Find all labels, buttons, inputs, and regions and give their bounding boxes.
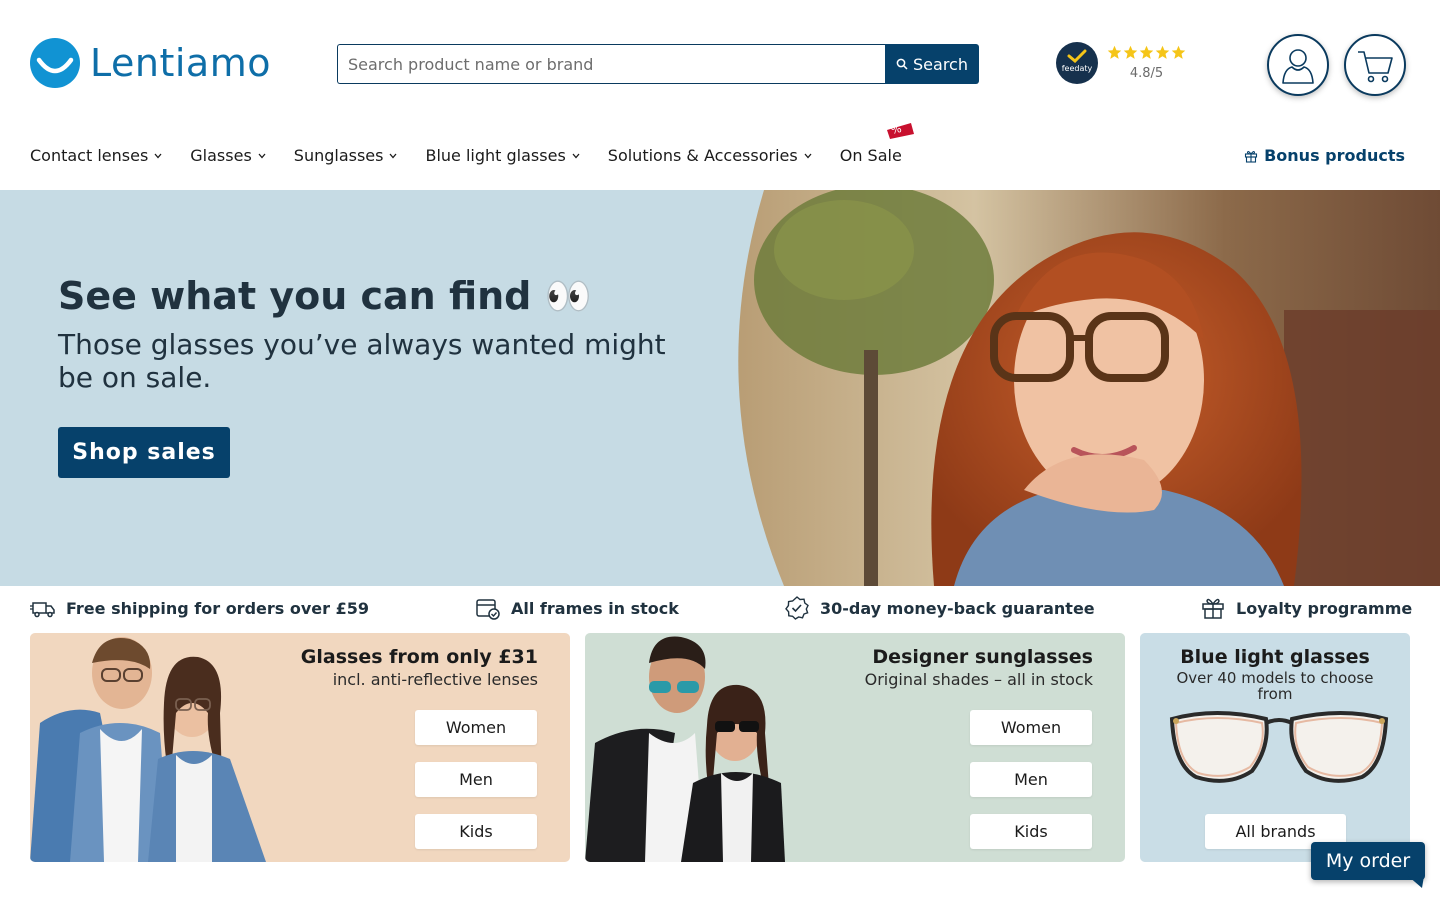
nav-item-blue-light-glasses[interactable]: Blue light glasses <box>425 146 580 165</box>
account-button[interactable] <box>1267 34 1329 96</box>
glasses-kids-button[interactable]: Kids <box>415 814 537 849</box>
nav-item-label: Glasses <box>190 146 252 165</box>
nav-item-label: Contact lenses <box>30 146 149 165</box>
speech-tail-icon <box>1408 876 1424 888</box>
rating-score: 4.8/5 <box>1129 66 1164 81</box>
main-nav: Contact lenses Glasses Sunglasses Blue l… <box>30 122 930 165</box>
usp-money-back: 30-day money-back guarantee <box>784 596 1095 620</box>
couple-sunglasses-photo <box>585 636 785 862</box>
search-form: Search <box>337 44 979 84</box>
search-button-label: Search <box>913 54 968 74</box>
usp-loyalty: Loyalty programme <box>1200 596 1412 620</box>
promo-card-glasses[interactable]: Glasses from only £31 incl. anti-reflect… <box>30 633 570 862</box>
gift-icon <box>1202 598 1224 619</box>
gift-icon <box>1245 150 1258 163</box>
logo-mark-icon <box>30 38 80 88</box>
usp-label: All frames in stock <box>511 598 679 618</box>
sunglasses-women-button[interactable]: Women <box>970 710 1092 745</box>
delivery-truck-icon <box>30 602 55 618</box>
feedaty-badge: feedaty <box>1056 42 1098 84</box>
hero-title: See what you can find 👀 <box>58 274 592 318</box>
star-icon <box>1123 45 1138 59</box>
feedaty-label: feedaty <box>1061 64 1093 73</box>
cart-icon <box>1358 51 1393 83</box>
nav-item-label: Solutions & Accessories <box>607 146 798 165</box>
shop-sales-button[interactable]: Shop sales <box>58 427 230 478</box>
glasses-men-button[interactable]: Men <box>415 762 537 797</box>
nav-item-contact-lenses[interactable]: Contact lenses <box>30 146 162 165</box>
card-title: Glasses from only £31 <box>300 646 538 668</box>
sunglasses-men-button[interactable]: Men <box>970 762 1092 797</box>
search-button[interactable]: Search <box>885 44 979 84</box>
lentiamo-logo[interactable]: Lentiamo <box>30 38 271 88</box>
chevron-down-icon <box>389 153 397 158</box>
card-subtitle: Original shades – all in stock <box>864 670 1093 689</box>
card-title: Designer sunglasses <box>872 646 1093 668</box>
nav-item-on-sale[interactable]: On Sale % <box>839 122 914 165</box>
checkmark-icon <box>1067 49 1087 63</box>
bonus-products-label: Bonus products <box>1264 146 1405 165</box>
my-order-button[interactable]: My order <box>1311 842 1425 880</box>
chevron-down-icon <box>572 153 580 158</box>
hero-model-photo <box>738 190 1440 586</box>
usp-label: 30-day money-back guarantee <box>820 598 1095 618</box>
star-icon <box>1107 45 1122 59</box>
nav-item-glasses[interactable]: Glasses <box>190 146 266 165</box>
card-subtitle: Over 40 models to choose from <box>1176 669 1374 703</box>
nav-item-label: Sunglasses <box>293 146 384 165</box>
sunglasses-kids-button[interactable]: Kids <box>970 814 1092 849</box>
logo-text: Lentiamo <box>90 41 271 85</box>
usp-free-shipping: Free shipping for orders over £59 <box>30 596 369 620</box>
hero-banner: See what you can find 👀 Those glasses yo… <box>0 190 1440 586</box>
user-icon <box>1282 49 1314 84</box>
couple-denim-photo <box>30 637 266 862</box>
hero-subtitle: Those glasses you’ve always wanted might… <box>58 328 666 394</box>
rating-summary: 4.8/5 <box>1107 45 1186 81</box>
nav-item-solutions-accessories[interactable]: Solutions & Accessories <box>608 146 812 165</box>
chevron-down-icon <box>804 153 812 158</box>
search-input[interactable] <box>337 44 885 84</box>
star-rating <box>1107 45 1186 60</box>
customer-rating[interactable]: feedaty 4.8/5 <box>1056 42 1186 84</box>
star-icon <box>1171 45 1186 59</box>
cart-button[interactable] <box>1344 34 1406 96</box>
blue-light-glasses-photo <box>1169 711 1389 783</box>
glasses-women-button[interactable]: Women <box>415 710 537 745</box>
usp-label: Free shipping for orders over £59 <box>66 598 369 618</box>
chevron-down-icon <box>258 153 266 158</box>
promo-card-sunglasses[interactable]: Designer sunglasses Original shades – al… <box>585 633 1125 862</box>
star-icon <box>1155 45 1170 59</box>
card-title: Blue light glasses <box>1180 646 1370 668</box>
promo-card-blue-light[interactable]: Blue light glasses Over 40 models to cho… <box>1140 633 1410 862</box>
card-subtitle: incl. anti-reflective lenses <box>332 670 538 689</box>
nav-item-label: On Sale <box>839 146 902 165</box>
nav-item-label: Blue light glasses <box>425 146 566 165</box>
usp-label: Loyalty programme <box>1236 598 1413 618</box>
usp-frames-in-stock: All frames in stock <box>475 596 679 620</box>
star-icon <box>1139 45 1154 59</box>
site-header: Lentiamo Search feedaty 4.8/5 <box>0 0 1440 190</box>
bonus-products-link[interactable]: Bonus products <box>1244 146 1405 165</box>
nav-item-sunglasses[interactable]: Sunglasses <box>294 146 398 165</box>
search-icon <box>896 58 908 70</box>
guarantee-badge-icon <box>785 596 809 620</box>
chevron-down-icon <box>154 153 162 158</box>
stock-box-icon <box>476 599 500 620</box>
